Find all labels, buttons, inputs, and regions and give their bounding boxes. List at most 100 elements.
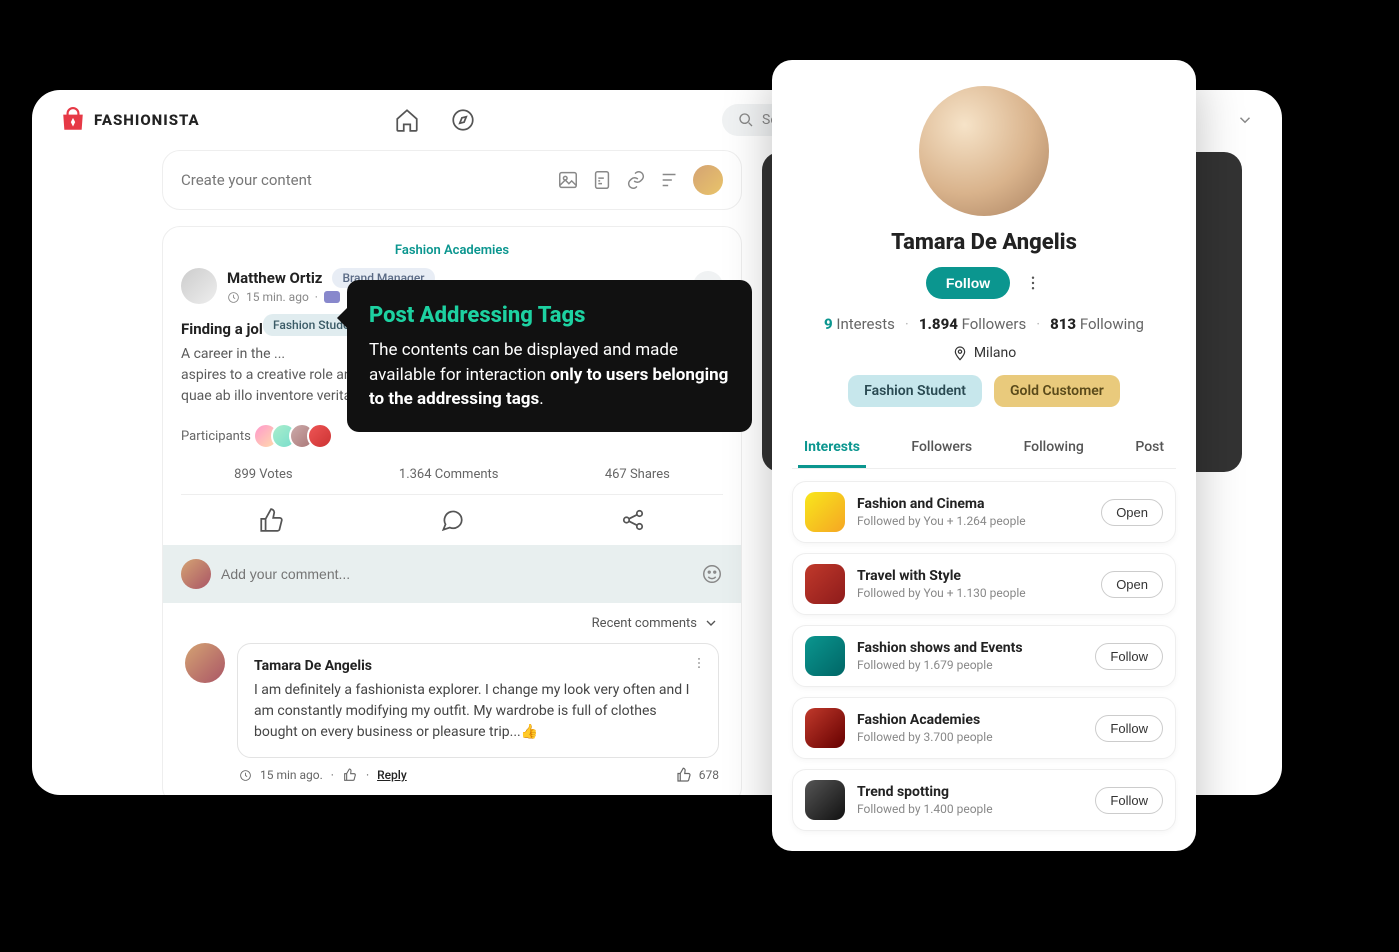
recent-label: Recent comments [592,616,697,631]
my-avatar [181,559,211,589]
image-icon[interactable] [557,169,579,191]
profile-stats: 9 Interests · 1.894 Followers · 813 Foll… [792,315,1176,333]
interest-follow-button[interactable]: Follow [1095,715,1163,742]
interest-title[interactable]: Trend spotting [857,784,1083,800]
interest-item: Trend spotting Followed by 1.400 people … [792,769,1176,831]
compass-icon[interactable] [450,107,476,133]
location-text: Milano [974,345,1016,361]
interest-sub: Followed by You + 1.264 people [857,514,1089,528]
interest-thumb [805,636,845,676]
interest-open-button[interactable]: Open [1101,571,1163,598]
interest-thumb [805,492,845,532]
post-time: 15 min. ago [246,290,309,304]
interests-count[interactable]: 9 [824,315,833,333]
bag-icon [60,107,86,133]
profile-panel: Tamara De Angelis Follow 9 Interests · 1… [772,60,1196,851]
composer[interactable]: Create your content [162,150,742,210]
composer-avatar[interactable] [693,165,723,195]
like-small-icon[interactable] [342,767,358,783]
interest-title[interactable]: Fashion and Cinema [857,496,1089,512]
search-icon [738,112,754,128]
interest-open-button[interactable]: Open [1101,499,1163,526]
interest-list: Fashion and Cinema Followed by You + 1.2… [792,481,1176,831]
comment-meta: 15 min ago. · · Reply 678 [239,766,719,784]
addressing-tags-tooltip: Post Addressing Tags The contents can be… [347,280,752,432]
interest-title[interactable]: Travel with Style [857,568,1089,584]
main-column: Create your content Fashion Academies Ma… [162,150,742,795]
recent-comments-toggle[interactable]: Recent comments [181,603,723,643]
post-author[interactable]: Matthew Ortiz [227,269,322,287]
profile-tag-gold[interactable]: Gold Customer [994,375,1120,407]
interest-thumb [805,780,845,820]
interest-follow-button[interactable]: Follow [1095,787,1163,814]
like-icon [675,766,693,784]
interest-title[interactable]: Fashion Academies [857,712,1083,728]
comment-item: Tamara De Angelis I am definitely a fash… [181,643,723,795]
interest-title[interactable]: Fashion shows and Events [857,640,1083,656]
clock-icon [227,291,240,304]
comments-count: 1.364 Comments [399,467,499,482]
home-icon[interactable] [394,107,420,133]
interest-follow-button[interactable]: Follow [1095,643,1163,670]
tab-followers[interactable]: Followers [905,429,978,468]
following-count[interactable]: 813 [1050,315,1076,333]
profile-tabs: Interests Followers Following Post [792,429,1176,469]
interest-thumb [805,708,845,748]
reply-link[interactable]: Reply [377,768,407,782]
votes-count: 899 Votes [234,467,292,482]
followers-count[interactable]: 1.894 [919,315,958,333]
poll-icon[interactable] [659,169,681,191]
brand-name: FASHIONISTA [94,111,200,129]
nav-icons [394,107,476,133]
profile-more-button[interactable] [1024,274,1042,292]
comment-more-button[interactable] [692,656,706,670]
profile-tags: Fashion Student Gold Customer [792,375,1176,407]
tab-post[interactable]: Post [1129,429,1170,468]
post-actions [181,494,723,545]
interest-sub: Followed by 1.679 people [857,658,1083,672]
comment-time: 15 min ago. [260,768,323,782]
comment-icon[interactable] [439,507,465,533]
followers-label: Followers [962,315,1027,333]
tooltip-end: . [539,389,543,409]
interest-thumb [805,564,845,604]
author-avatar[interactable] [181,268,217,304]
follow-button[interactable]: Follow [926,267,1010,299]
interest-item: Travel with Style Followed by You + 1.13… [792,553,1176,615]
composer-placeholder: Create your content [181,171,545,189]
chevron-down-icon [703,615,719,631]
interest-item: Fashion Academies Followed by 3.700 peop… [792,697,1176,759]
comment-like-count[interactable]: 678 [675,766,719,784]
emoji-icon[interactable] [701,563,723,585]
post-stats: 899 Votes 1.364 Comments 467 Shares [181,467,723,482]
link-icon[interactable] [625,169,647,191]
comment-input-row [163,545,741,603]
more-vertical-icon [692,656,706,670]
interest-sub: Followed by 1.400 people [857,802,1083,816]
commenter-avatar[interactable] [185,643,225,683]
chevron-down-icon[interactable] [1236,111,1254,129]
participants-label: Participants [181,429,251,444]
tab-following[interactable]: Following [1018,429,1090,468]
shares-count: 467 Shares [605,467,670,482]
interest-item: Fashion shows and Events Followed by 1.6… [792,625,1176,687]
interest-sub: Followed by You + 1.130 people [857,586,1089,600]
comment-input[interactable] [221,566,691,582]
location-row: Milano [792,345,1176,361]
location-icon [952,345,968,361]
share-icon[interactable] [620,507,646,533]
following-label: Following [1080,315,1144,333]
like-icon[interactable] [258,507,284,533]
participant-avatars[interactable] [261,423,333,449]
comment-author[interactable]: Tamara De Angelis [254,658,702,674]
interest-item: Fashion and Cinema Followed by You + 1.2… [792,481,1176,543]
brand-logo[interactable]: FASHIONISTA [60,107,200,133]
visibility-icon [324,291,340,303]
profile-tag-student[interactable]: Fashion Student [848,375,982,407]
post-category[interactable]: Fashion Academies [181,243,723,258]
interests-label: Interests [836,315,895,333]
profile-name: Tamara De Angelis [792,230,1176,255]
pdf-icon[interactable] [591,169,613,191]
tab-interests[interactable]: Interests [798,429,866,468]
profile-avatar[interactable] [919,86,1049,216]
